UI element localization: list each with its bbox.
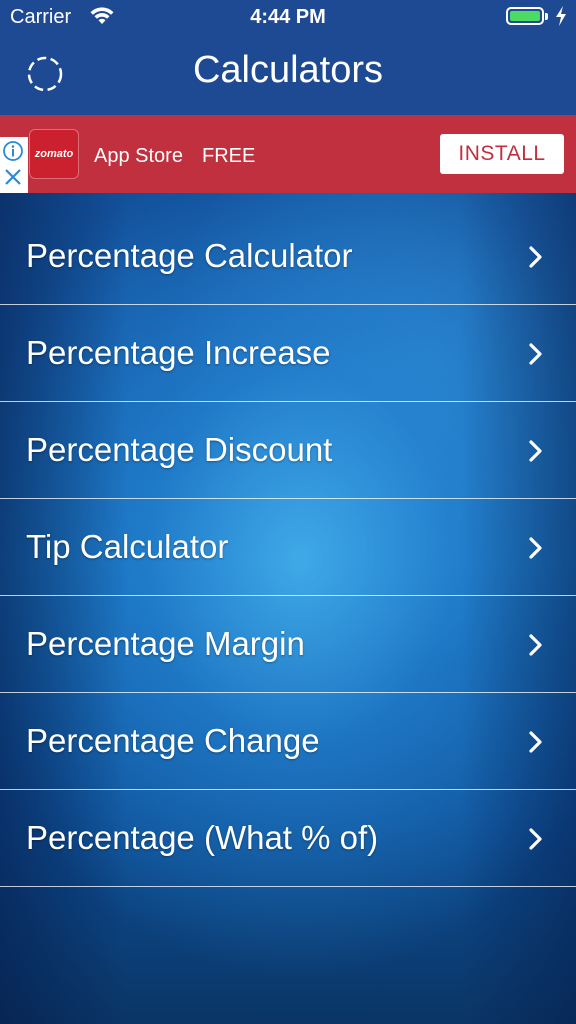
battery-tip xyxy=(545,13,548,20)
advertiser-logo-text: zomato xyxy=(34,148,74,160)
battery-icon xyxy=(506,7,544,25)
chevron-right-icon xyxy=(529,246,542,268)
list-item-label: Percentage Increase xyxy=(26,334,331,371)
list-item-label: Percentage (What % of) xyxy=(26,819,379,856)
list-item-label: Percentage Discount xyxy=(26,431,333,468)
install-button[interactable]: INSTALL xyxy=(440,134,564,174)
app-background: Carrier 4:44 PM Calculators zomato App S… xyxy=(0,0,576,1024)
chevron-right-icon xyxy=(529,828,542,850)
ad-price-label: FREE xyxy=(202,145,256,167)
ad-choices-badge[interactable] xyxy=(0,137,28,193)
list-item-percentage-discount[interactable]: Percentage Discount xyxy=(0,402,576,499)
charging-bolt-icon xyxy=(556,6,566,26)
list-item-percentage-margin[interactable]: Percentage Margin xyxy=(0,596,576,693)
list-item-percentage-what-of[interactable]: Percentage (What % of) xyxy=(0,790,576,887)
header: Carrier 4:44 PM Calculators xyxy=(0,0,576,115)
battery-level xyxy=(510,11,540,21)
list-item-percentage-increase[interactable]: Percentage Increase xyxy=(0,305,576,402)
page-title: Calculators xyxy=(192,49,384,91)
list-item-label: Tip Calculator xyxy=(26,528,229,565)
ad-store-label: App Store xyxy=(94,145,183,167)
clock: 4:44 PM xyxy=(250,6,326,28)
list-item-percentage-calculator[interactable]: Percentage Calculator xyxy=(0,208,576,305)
info-icon[interactable] xyxy=(2,140,24,162)
list-item-label: Percentage Calculator xyxy=(26,237,353,274)
list-item-percentage-change[interactable]: Percentage Change xyxy=(0,693,576,790)
list-item-label: Percentage Change xyxy=(26,722,320,759)
chevron-right-icon xyxy=(529,634,542,656)
calculator-list: Percentage Calculator Percentage Increas… xyxy=(0,208,576,887)
advertiser-logo[interactable]: zomato xyxy=(29,129,79,179)
status-bar: Carrier 4:44 PM xyxy=(0,0,576,34)
list-item-label: Percentage Margin xyxy=(26,625,305,662)
chevron-right-icon xyxy=(529,537,542,559)
close-icon[interactable] xyxy=(3,167,23,187)
chevron-right-icon xyxy=(529,440,542,462)
list-item-tip-calculator[interactable]: Tip Calculator xyxy=(0,499,576,596)
chevron-right-icon xyxy=(529,343,542,365)
chevron-right-icon xyxy=(529,731,542,753)
ad-banner[interactable]: zomato App Store FREE INSTALL xyxy=(0,115,576,193)
